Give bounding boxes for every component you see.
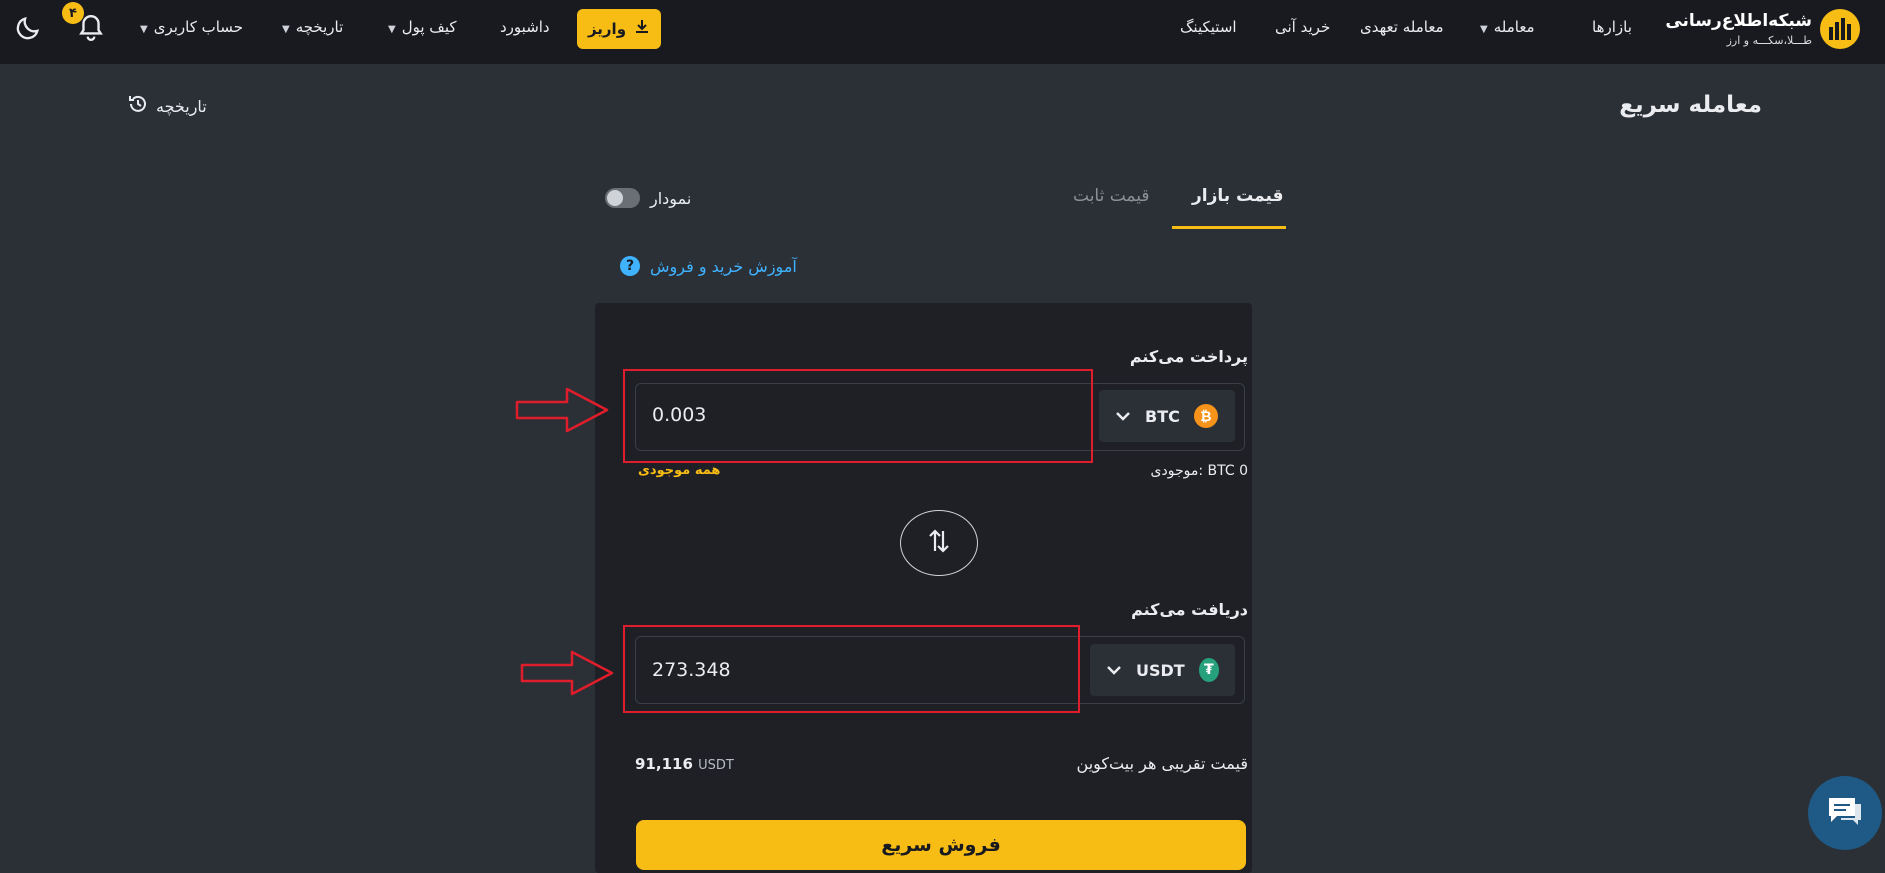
switch-knob [607, 190, 623, 206]
nav-trade-menu[interactable]: ▼ معامله [1480, 18, 1535, 36]
quick-sell-button[interactable]: فروش سریع [636, 820, 1246, 870]
price-number: 91,116 [635, 755, 693, 773]
nav-account-menu[interactable]: ▼ حساب کاربری [140, 18, 243, 36]
annotation-arrow-icon [515, 386, 611, 438]
moon-icon[interactable] [14, 14, 42, 46]
nav-staking[interactable]: استیکینگ [1180, 18, 1237, 36]
receive-currency-code: USDT [1136, 660, 1185, 680]
pay-currency-code: BTC [1145, 406, 1180, 426]
history-link-label: تاریخچه [156, 96, 207, 116]
swap-arrows-icon [927, 527, 951, 559]
chat-icon [1825, 794, 1865, 832]
notification-count-badge: ۴ [62, 2, 84, 24]
balance-value: BTC 0 [1207, 463, 1248, 479]
deposit-label: واریز [587, 20, 627, 38]
swap-button[interactable] [900, 510, 978, 576]
receive-currency-select[interactable]: USDT ₮ [1090, 644, 1235, 696]
history-icon [128, 94, 148, 118]
annotation-arrow-icon [520, 649, 616, 701]
nav-futures[interactable]: معامله تعهدی [1360, 18, 1444, 36]
balance-label: موجودی: [1150, 463, 1204, 479]
caret-down-icon: ▼ [388, 24, 396, 35]
caret-down-icon: ▼ [282, 24, 290, 35]
question-icon: ? [620, 256, 640, 276]
chart-switch[interactable] [605, 188, 640, 208]
nav-history-label: تاریخچه [295, 18, 344, 36]
nav-wallet-menu[interactable]: ▼ کیف پول [388, 18, 457, 36]
tab-fixed-price[interactable]: قیمت ثابت [1073, 186, 1150, 206]
tether-icon: ₮ [1198, 658, 1219, 682]
caret-down-icon: ▼ [1480, 24, 1488, 35]
tab-market-price[interactable]: قیمت بازار [1192, 186, 1284, 206]
logo-title: شبکه‌اطلاع‌رسانی [1665, 11, 1812, 31]
nav-markets[interactable]: بازارها [1592, 18, 1632, 36]
logo-mark-icon [1820, 9, 1860, 49]
download-icon [634, 19, 650, 39]
bitcoin-icon: ₿ [1193, 404, 1218, 428]
chevron-down-icon [1115, 407, 1131, 426]
nav-history-menu[interactable]: ▼ تاریخچه [282, 18, 343, 36]
tutorial-link[interactable]: ? آموزش خرید و فروش [620, 256, 797, 276]
support-chat-button[interactable] [1808, 776, 1882, 850]
nav-instant-buy[interactable]: خرید آنی [1275, 18, 1330, 36]
annotation-box-pay [623, 369, 1093, 463]
receive-label: دریافت می‌کنم [1131, 600, 1248, 619]
history-link[interactable]: تاریخچه [128, 94, 207, 118]
chart-toggle-label: نمودار [650, 188, 692, 208]
page-title: معامله سریع [1619, 92, 1762, 118]
annotation-box-receive [623, 625, 1080, 713]
active-tab-indicator [1172, 226, 1286, 229]
site-logo[interactable]: شبکه‌اطلاع‌رسانی طـــلا،سکـــه و ارز [1665, 9, 1860, 55]
pay-balance: موجودی: BTC 0 [1151, 463, 1248, 479]
pay-label: پرداخت می‌کنم [1129, 347, 1248, 366]
chevron-down-icon [1106, 661, 1122, 680]
deposit-button[interactable]: واریز [577, 9, 661, 49]
nav-account-label: حساب کاربری [153, 18, 243, 36]
nav-wallet-label: کیف پول [401, 18, 457, 36]
tutorial-link-label: آموزش خرید و فروش [650, 256, 797, 276]
approx-price-value: 91,116 USDT [635, 755, 734, 773]
price-unit: USDT [698, 758, 734, 773]
caret-down-icon: ▼ [140, 24, 148, 35]
top-navigation-bar: ۴ ▼ حساب کاربری ▼ تاریخچه ▼ کیف پول داشبورد… [0, 0, 1885, 64]
logo-subtitle: طـــلا،سکـــه و ارز [1726, 34, 1812, 47]
chart-toggle[interactable]: نمودار [605, 188, 691, 208]
nav-dashboard[interactable]: داشبورد [500, 18, 550, 36]
use-all-balance-link[interactable]: همه موجودی [638, 463, 720, 478]
nav-trade-label: معامله [1493, 18, 1535, 36]
pay-currency-select[interactable]: BTC ₿ [1099, 390, 1235, 442]
approx-price-label: قیمت تقریبی هر بیت‌کوین [1076, 754, 1248, 773]
